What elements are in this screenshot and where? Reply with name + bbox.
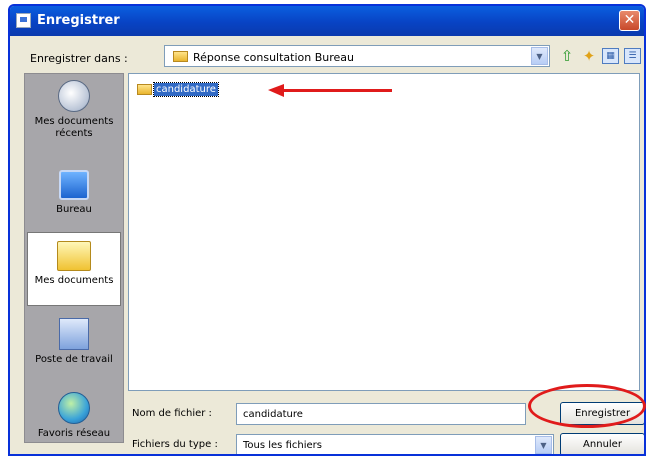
file-type-value: Tous les fichiers [243, 440, 322, 451]
new-folder-icon[interactable]: ✦ [580, 47, 598, 65]
folder-icon [137, 84, 152, 95]
place-network[interactable]: Favoris réseau [27, 392, 121, 440]
place-my-computer[interactable]: Poste de travail [27, 318, 121, 366]
places-bar: Mes documents récents Bureau Mes documen… [24, 73, 124, 443]
place-label: Favoris réseau [37, 428, 111, 439]
desktop-icon [59, 170, 89, 200]
file-name: candidature [153, 82, 219, 97]
save-in-label: Enregistrer dans : [30, 52, 128, 65]
cancel-button[interactable]: Annuler [560, 433, 644, 454]
up-folder-icon[interactable]: ⇧ [558, 47, 576, 65]
place-recent-documents[interactable]: Mes documents récents [27, 80, 121, 140]
place-label: Poste de travail [35, 354, 113, 365]
annotation-arrow-line [282, 89, 392, 92]
place-label: Mes documents [34, 275, 114, 286]
save-in-dropdown[interactable]: Réponse consultation Bureau ▼ [164, 45, 550, 67]
chevron-down-icon[interactable]: ▼ [535, 436, 552, 454]
my-computer-icon [59, 318, 89, 350]
place-label: Bureau [56, 204, 92, 215]
tools-icon[interactable]: ☰ [624, 48, 641, 64]
network-places-icon [58, 392, 90, 424]
close-icon: ✕ [623, 12, 636, 28]
save-in-value: Réponse consultation Bureau [193, 51, 355, 64]
file-name-input[interactable] [236, 403, 526, 425]
place-label: Mes documents récents [34, 116, 114, 139]
file-type-dropdown[interactable]: Tous les fichiers ▼ [236, 434, 554, 454]
file-name-label: Nom de fichier : [132, 408, 212, 419]
title-bar[interactable]: Enregistrer ✕ [10, 6, 644, 36]
file-list[interactable]: candidature [128, 73, 640, 391]
my-documents-icon [57, 241, 91, 271]
save-dialog: Enregistrer ✕ Enregistrer dans : Réponse… [8, 4, 646, 456]
folder-icon [173, 51, 188, 62]
close-button[interactable]: ✕ [619, 10, 640, 31]
file-type-label: Fichiers du type : [132, 439, 218, 450]
save-dialog-icon [16, 13, 31, 28]
place-desktop[interactable]: Bureau [27, 170, 121, 216]
chevron-down-icon[interactable]: ▼ [531, 47, 548, 65]
save-button[interactable]: Enregistrer [560, 402, 644, 425]
view-menu-icon[interactable]: ▦ [602, 48, 619, 64]
window-title: Enregistrer [37, 13, 120, 28]
recent-documents-icon [58, 80, 90, 112]
place-my-documents[interactable]: Mes documents [27, 232, 121, 306]
annotation-arrow-head [268, 84, 284, 97]
